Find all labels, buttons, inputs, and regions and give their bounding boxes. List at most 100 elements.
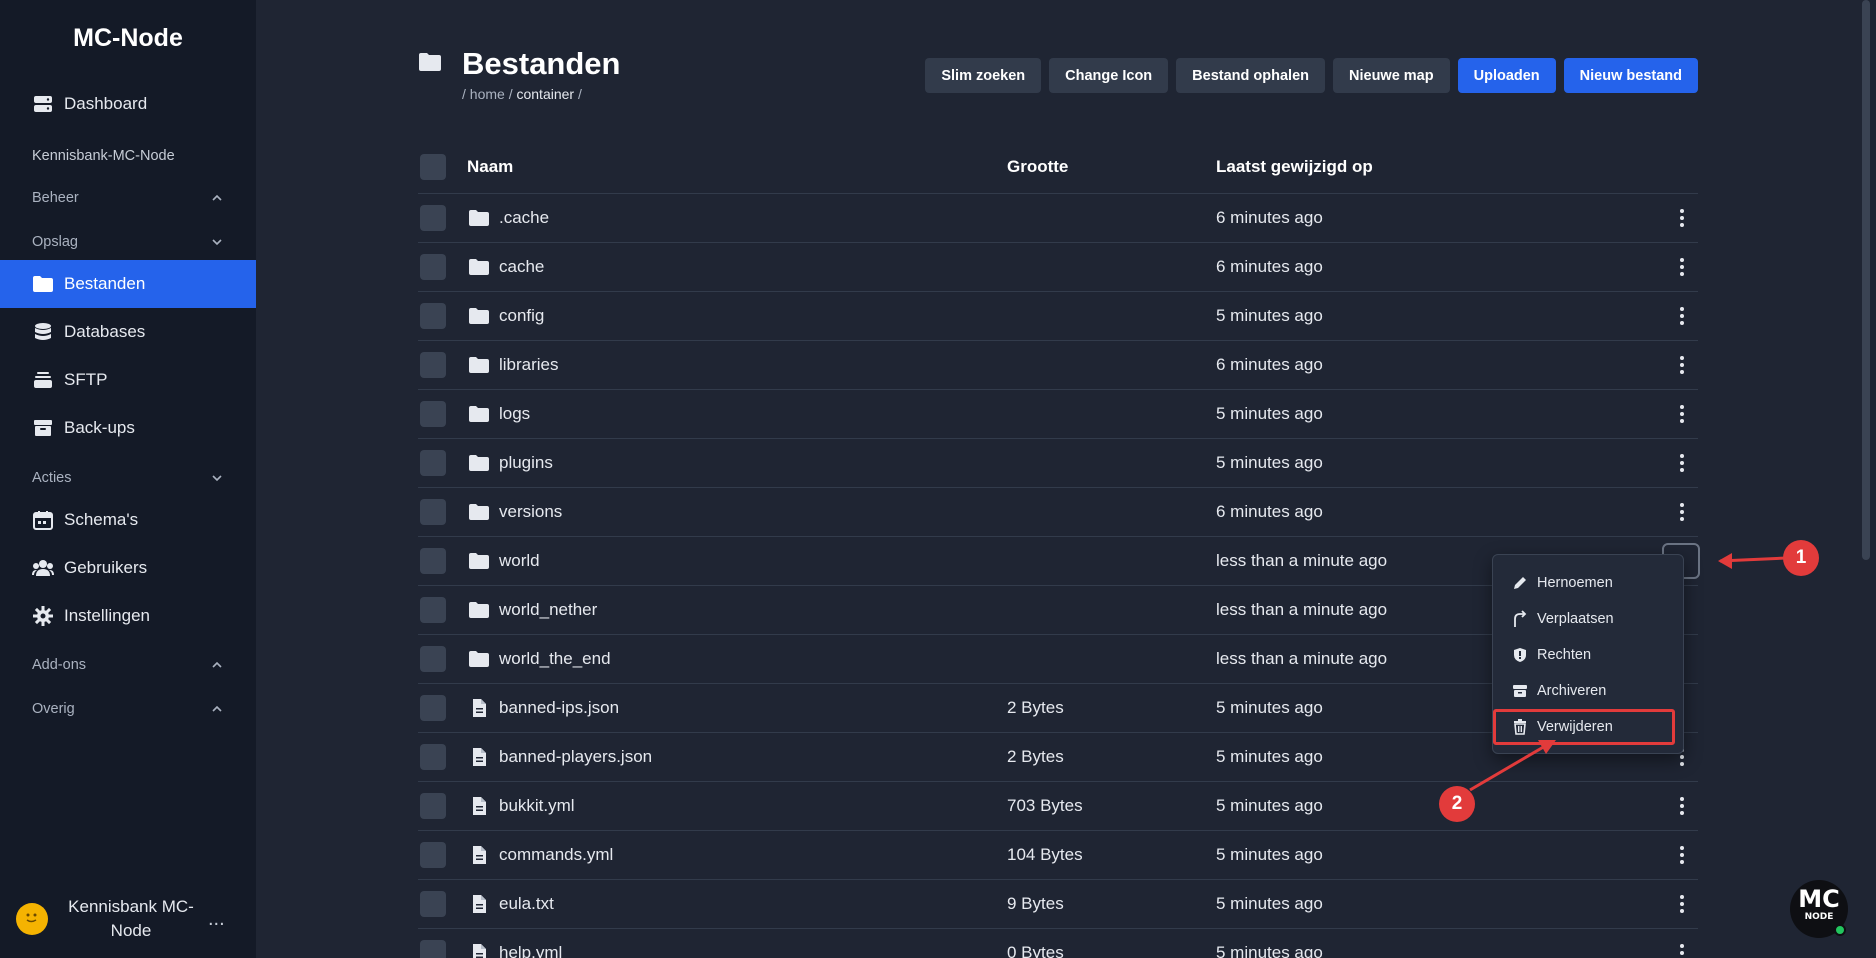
file-modified: 6 minutes ago [1216,355,1323,374]
row-checkbox[interactable] [420,205,446,231]
fetch-file-button[interactable]: Bestand ophalen [1176,58,1325,93]
avatar[interactable] [16,903,48,935]
column-name-header[interactable]: Naam [467,157,513,177]
file-modified: 5 minutes ago [1216,306,1323,325]
table-row[interactable]: versions 6 minutes ago [418,488,1698,537]
table-row[interactable]: eula.txt 9 Bytes 5 minutes ago [418,880,1698,929]
table-row[interactable]: cache 6 minutes ago [418,243,1698,292]
file-name[interactable]: config [499,306,544,326]
section-label: Add-ons [32,657,87,673]
kebab-menu-icon[interactable] [1672,451,1692,475]
table-row[interactable]: help.yml 0 Bytes 5 minutes ago [418,929,1698,958]
file-name[interactable]: libraries [499,355,559,375]
breadcrumb-container[interactable]: container [516,86,574,102]
user-menu-button[interactable]: ... [208,908,225,931]
row-checkbox[interactable] [420,401,446,427]
row-checkbox[interactable] [420,450,446,476]
column-modified-header[interactable]: Laatst gewijzigd op [1216,157,1373,177]
row-checkbox[interactable] [420,793,446,819]
menu-item-permissions[interactable]: Rechten [1493,637,1683,673]
scrollbar[interactable] [1862,0,1870,560]
folder-icon [469,406,489,422]
row-checkbox[interactable] [420,254,446,280]
kebab-menu-icon[interactable] [1672,941,1692,958]
row-checkbox[interactable] [420,940,446,958]
file-name[interactable]: eula.txt [499,894,554,914]
section-addons[interactable]: Add-ons [0,650,256,680]
sidebar-item-gebruikers[interactable]: Gebruikers [0,544,256,592]
row-checkbox[interactable] [420,352,446,378]
sidebar-item-bestanden[interactable]: Bestanden [0,260,256,308]
kebab-menu-icon[interactable] [1672,304,1692,328]
row-checkbox[interactable] [420,891,446,917]
row-checkbox[interactable] [420,842,446,868]
upload-button[interactable]: Uploaden [1457,58,1556,93]
change-icon-button[interactable]: Change Icon [1049,58,1169,93]
file-name[interactable]: commands.yml [499,845,613,865]
section-beheer[interactable]: Beheer [0,183,256,213]
section-overig[interactable]: Overig [0,694,256,724]
menu-item-label: Hernoemen [1537,575,1613,591]
kebab-menu-icon[interactable] [1672,843,1692,867]
menu-item-rename[interactable]: Hernoemen [1493,565,1683,601]
kebab-menu-icon[interactable] [1672,500,1692,524]
kebab-menu-icon[interactable] [1672,794,1692,818]
sidebar-item-sftp[interactable]: SFTP [0,356,256,404]
file-name[interactable]: cache [499,257,544,277]
sidebar-item-databases[interactable]: Databases [0,308,256,356]
select-all-checkbox[interactable] [420,153,446,180]
section-acties[interactable]: Acties [0,463,256,493]
file-name[interactable]: world [499,551,540,571]
new-file-button[interactable]: Nieuw bestand [1563,58,1698,93]
sidebar-item-backups[interactable]: Back-ups [0,404,256,452]
table-row[interactable]: plugins 5 minutes ago [418,439,1698,488]
folder-icon [469,504,489,520]
file-name[interactable]: versions [499,502,562,522]
kebab-menu-icon[interactable] [1672,353,1692,377]
section-opslag[interactable]: Opslag [0,227,256,257]
table-row[interactable]: libraries 6 minutes ago [418,341,1698,390]
chevron-down-icon [212,475,222,482]
kebab-menu-icon[interactable] [1672,255,1692,279]
file-icon [473,846,486,864]
column-size-header[interactable]: Grootte [1007,157,1068,177]
new-folder-button[interactable]: Nieuwe map [1333,58,1450,93]
table-row[interactable]: .cache 6 minutes ago [418,194,1698,243]
row-checkbox[interactable] [420,303,446,329]
file-name[interactable]: banned-players.json [499,747,652,767]
file-name[interactable]: world_the_end [499,649,611,669]
table-row[interactable]: bukkit.yml 703 Bytes 5 minutes ago [418,782,1698,831]
sidebar-item-instellingen[interactable]: Instellingen [0,592,256,640]
calendar-icon [32,509,54,531]
breadcrumb-home[interactable]: home [470,86,505,102]
file-name[interactable]: help.yml [499,943,562,958]
file-name[interactable]: logs [499,404,530,424]
row-checkbox[interactable] [420,597,446,623]
row-checkbox[interactable] [420,548,446,574]
folder-icon [469,357,489,373]
annotation-badge-2: 2 [1439,786,1475,822]
brand-title[interactable]: MC-Node [0,24,256,53]
table-row[interactable]: logs 5 minutes ago [418,390,1698,439]
row-checkbox[interactable] [420,744,446,770]
row-checkbox[interactable] [420,646,446,672]
file-name[interactable]: plugins [499,453,553,473]
row-checkbox[interactable] [420,499,446,525]
smart-search-button[interactable]: Slim zoeken [925,58,1042,93]
kebab-menu-icon[interactable] [1672,402,1692,426]
sidebar-item-schemas[interactable]: Schema's [0,496,256,544]
kebab-menu-icon[interactable] [1672,206,1692,230]
table-row[interactable]: commands.yml 104 Bytes 5 minutes ago [418,831,1698,880]
file-name[interactable]: world_nether [499,600,597,620]
file-name[interactable]: bukkit.yml [499,796,575,816]
menu-item-archive[interactable]: Archiveren [1493,673,1683,709]
table-row[interactable]: config 5 minutes ago [418,292,1698,341]
menu-item-delete[interactable]: Verwijderen [1493,709,1675,745]
menu-item-move[interactable]: Verplaatsen [1493,601,1683,637]
file-name[interactable]: .cache [499,208,549,228]
row-checkbox[interactable] [420,695,446,721]
sidebar-item-dashboard[interactable]: Dashboard [0,80,256,128]
file-name[interactable]: banned-ips.json [499,698,619,718]
kebab-menu-icon[interactable] [1672,892,1692,916]
file-icon [473,895,486,913]
